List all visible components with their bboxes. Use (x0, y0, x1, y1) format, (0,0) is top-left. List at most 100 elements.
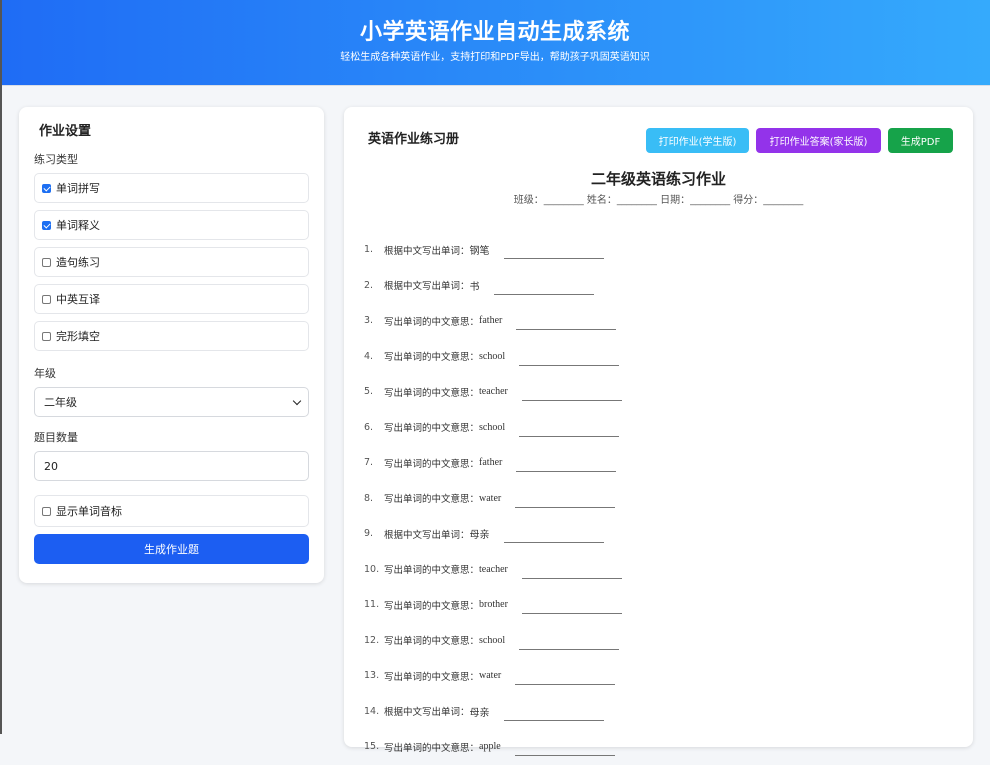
answer-blank[interactable] (514, 743, 615, 757)
checkbox-sentence-making[interactable] (42, 257, 51, 267)
question-word: father (479, 457, 503, 469)
question-number: 3. (364, 315, 374, 327)
question-item: 10. 写出单词的中文意思： teacher (364, 552, 964, 588)
question-item: 8. 写出单词的中文意思： water (364, 481, 964, 517)
question-prompt: 写出单词的中文意思： (384, 387, 480, 399)
question-word: 钢笔 (469, 246, 490, 258)
question-prompt: 写出单词的中文意思： (384, 671, 480, 683)
option-cloze[interactable]: 完形填空 (34, 321, 309, 351)
question-item: 9. 根据中文写出单词： 母亲 (364, 516, 964, 552)
answer-blank[interactable] (519, 424, 620, 437)
option-sentence-making[interactable]: 造句练习 (34, 247, 309, 277)
workbook-title: 英语作业练习册 (368, 132, 460, 147)
exercise-type-label: 练习类型 (34, 153, 78, 166)
question-prompt: 写出单词的中文意思： (384, 636, 480, 648)
grade-select-value: 二年级 (44, 396, 77, 409)
question-word: teacher (479, 386, 508, 398)
question-item: 14. 根据中文写出单词： 母亲 (364, 694, 964, 730)
question-number: 10. (364, 563, 380, 575)
question-count-label: 题目数量 (34, 431, 78, 444)
answer-blank[interactable] (515, 495, 616, 508)
question-number: 8. (364, 492, 374, 504)
option-label: 单词释义 (56, 219, 100, 232)
answer-blank[interactable] (519, 637, 620, 650)
question-word: school (479, 634, 506, 646)
answer-blank[interactable] (493, 282, 594, 295)
page-header: 小学英语作业自动生成系统 轻松生成各种英语作业，支持打印和PDF导出，帮助孩子巩… (0, 0, 990, 86)
question-word: school (479, 350, 506, 362)
option-label: 显示单词音标 (56, 505, 122, 518)
question-prompt: 根据中文写出单词： (384, 245, 470, 257)
generate-pdf-button[interactable]: 生成PDF (888, 128, 953, 153)
question-item: 5. 写出单词的中文意思： teacher (364, 374, 964, 410)
question-number: 11. (364, 599, 380, 611)
question-item: 12. 写出单词的中文意思： school (364, 623, 964, 659)
answer-blank[interactable] (503, 530, 604, 544)
question-number: 4. (364, 350, 374, 362)
question-prompt: 写出单词的中文意思： (384, 494, 480, 506)
print-answer-button[interactable]: 打印作业答案(家长版) (756, 128, 881, 153)
grade-label: 年级 (34, 367, 56, 380)
question-word: 母亲 (469, 707, 490, 719)
page-title: 小学英语作业自动生成系统 (359, 20, 630, 45)
exercise-type-options: 单词拼写 单词释义 造句练习 中英互译 完形填空 (34, 173, 309, 351)
chevron-down-icon (292, 396, 302, 405)
question-prompt: 写出单词的中文意思： (384, 423, 480, 435)
settings-title: 作业设置 (39, 124, 92, 139)
option-word-spelling[interactable]: 单词拼写 (34, 173, 309, 203)
question-number: 9. (364, 528, 374, 540)
option-label: 单词拼写 (56, 182, 100, 195)
answer-blank[interactable] (503, 708, 604, 721)
question-item: 4. 写出单词的中文意思： school (364, 339, 964, 375)
question-item: 3. 写出单词的中文意思： father (364, 303, 964, 339)
answer-blank[interactable] (521, 566, 622, 579)
window-edge (0, 0, 2, 734)
question-number: 1. (364, 244, 374, 256)
generate-button[interactable]: 生成作业题 (34, 534, 309, 564)
question-item: 13. 写出单词的中文意思： water (364, 658, 964, 694)
question-prompt: 写出单词的中文意思： (384, 316, 480, 328)
option-label: 中英互译 (56, 293, 100, 306)
question-item: 6. 写出单词的中文意思： school (364, 410, 964, 446)
question-prompt: 根据中文写出单词： (384, 707, 470, 719)
question-word: apple (479, 741, 501, 753)
question-number: 12. (364, 634, 380, 646)
question-prompt: 写出单词的中文意思： (384, 600, 480, 612)
option-label: 完形填空 (56, 330, 100, 343)
question-prompt: 写出单词的中文意思： (384, 565, 480, 577)
question-count-value: 20 (44, 459, 58, 473)
question-number: 6. (364, 421, 374, 433)
answer-blank[interactable] (519, 353, 620, 366)
question-prompt: 写出单词的中文意思： (384, 352, 480, 364)
question-number: 13. (364, 670, 380, 682)
option-word-meaning[interactable]: 单词释义 (34, 210, 309, 240)
question-word: water (479, 492, 502, 504)
checkbox-word-meaning[interactable] (42, 220, 51, 230)
checkbox-translation[interactable] (42, 294, 51, 304)
answer-blank[interactable] (516, 317, 617, 331)
question-number: 5. (364, 386, 374, 398)
checkbox-cloze[interactable] (42, 331, 51, 341)
checkbox-show-phonetic[interactable] (42, 506, 51, 516)
question-item: 11. 写出单词的中文意思： brother (364, 587, 964, 623)
option-translation[interactable]: 中英互译 (34, 284, 309, 314)
question-number: 7. (364, 457, 374, 469)
question-item: 1. 根据中文写出单词： 钢笔 (364, 232, 964, 268)
question-count-input[interactable]: 20 (34, 451, 309, 481)
answer-blank[interactable] (516, 459, 617, 473)
question-prompt: 根据中文写出单词： (384, 281, 470, 293)
print-student-button[interactable]: 打印作业(学生版) (646, 128, 749, 153)
grade-select[interactable]: 二年级 (34, 387, 309, 417)
answer-blank[interactable] (515, 672, 616, 686)
option-show-phonetic[interactable]: 显示单词音标 (34, 495, 309, 527)
question-number: 15. (364, 741, 380, 753)
workbook-panel: 英语作业练习册 打印作业(学生版) 打印作业答案(家长版) 生成PDF 二年级英… (344, 107, 973, 757)
option-label: 造句练习 (56, 256, 100, 269)
answer-blank[interactable] (521, 601, 622, 615)
answer-blank[interactable] (503, 246, 604, 260)
checkbox-word-spelling[interactable] (42, 183, 51, 193)
question-word: teacher (479, 563, 508, 575)
question-prompt: 写出单词的中文意思： (384, 458, 480, 470)
answer-blank[interactable] (521, 388, 622, 402)
question-word: water (479, 670, 502, 682)
